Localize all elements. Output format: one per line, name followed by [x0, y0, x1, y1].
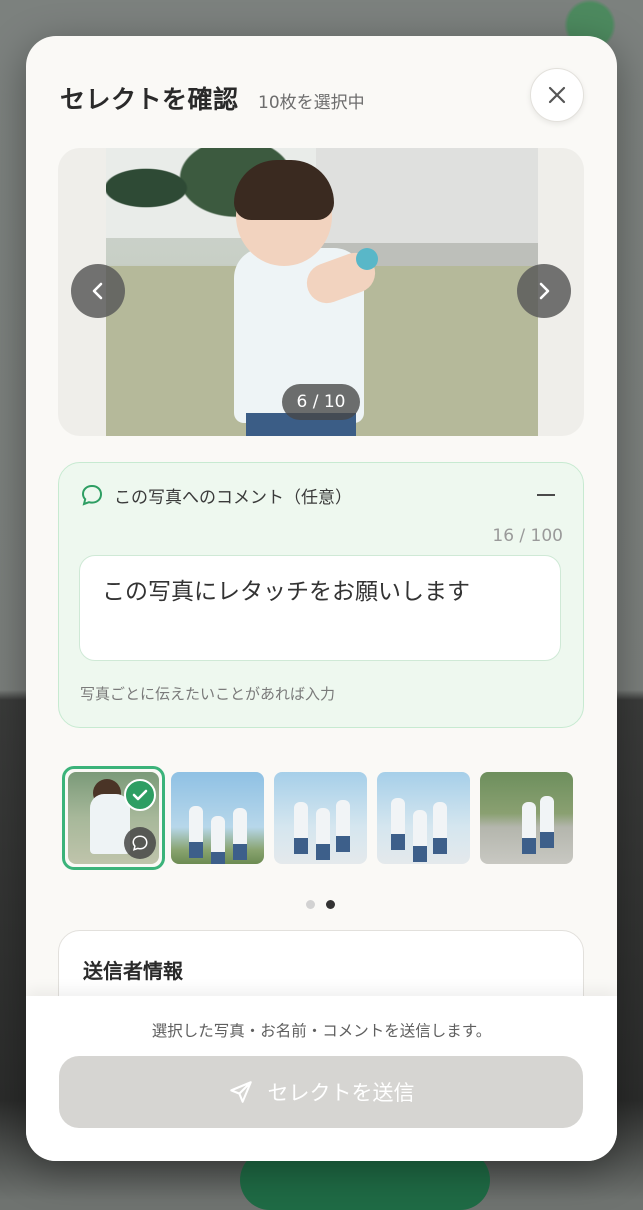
- comment-textarea[interactable]: この写真にレタッチをお願いします: [79, 555, 561, 661]
- submit-select-button[interactable]: セレクトを送信: [59, 1056, 583, 1128]
- close-icon: [548, 86, 566, 104]
- thumbnail-4[interactable]: [377, 772, 470, 864]
- close-button[interactable]: [530, 68, 584, 122]
- modal-title: セレクトを確認: [60, 85, 239, 114]
- modal-footer: 選択した写真・お名前・コメントを送信します。 セレクトを送信: [26, 996, 617, 1161]
- thumbnail-pagination: [306, 894, 346, 913]
- page-dot-2[interactable]: [326, 900, 335, 909]
- sender-info-title: 送信者情報: [83, 959, 183, 983]
- select-confirm-modal: セレクトを確認 10枚を選択中 6 / 10 この写真へのコメント（任意） 16…: [26, 36, 617, 1161]
- comment-panel: この写真へのコメント（任意） 16 / 100 この写真にレタッチをお願いします…: [58, 462, 584, 728]
- comment-badge-icon: [124, 827, 156, 859]
- comment-title: この写真へのコメント（任意）: [114, 488, 352, 508]
- selected-check-icon: [124, 779, 156, 811]
- photo-viewer: 6 / 10: [58, 148, 584, 436]
- send-icon: [229, 1081, 252, 1103]
- next-photo-button[interactable]: [517, 264, 571, 318]
- selected-count: 10枚を選択中: [258, 93, 365, 113]
- chevron-left-icon: [92, 282, 103, 300]
- page-dot-1[interactable]: [306, 900, 315, 909]
- thumbnail-strip: [62, 766, 582, 870]
- comment-hint: 写真ごとに伝えたいことがあれば入力: [80, 685, 336, 703]
- previous-photo-button[interactable]: [71, 264, 125, 318]
- thumbnail-2[interactable]: [171, 772, 264, 864]
- thumbnail-1[interactable]: [62, 766, 165, 870]
- char-count: 16 / 100: [492, 526, 563, 546]
- photo-counter: 6 / 10: [282, 384, 360, 420]
- thumbnail-5[interactable]: [480, 772, 573, 864]
- chevron-right-icon: [539, 282, 550, 300]
- submit-note: 選択した写真・お名前・コメントを送信します。: [151, 1022, 492, 1040]
- thumbnail-3[interactable]: [274, 772, 367, 864]
- submit-label: セレクトを送信: [267, 1081, 415, 1105]
- modal-header: セレクトを確認 10枚を選択中: [60, 78, 587, 138]
- speech-bubble-icon: [81, 484, 103, 506]
- minus-icon[interactable]: [537, 494, 555, 496]
